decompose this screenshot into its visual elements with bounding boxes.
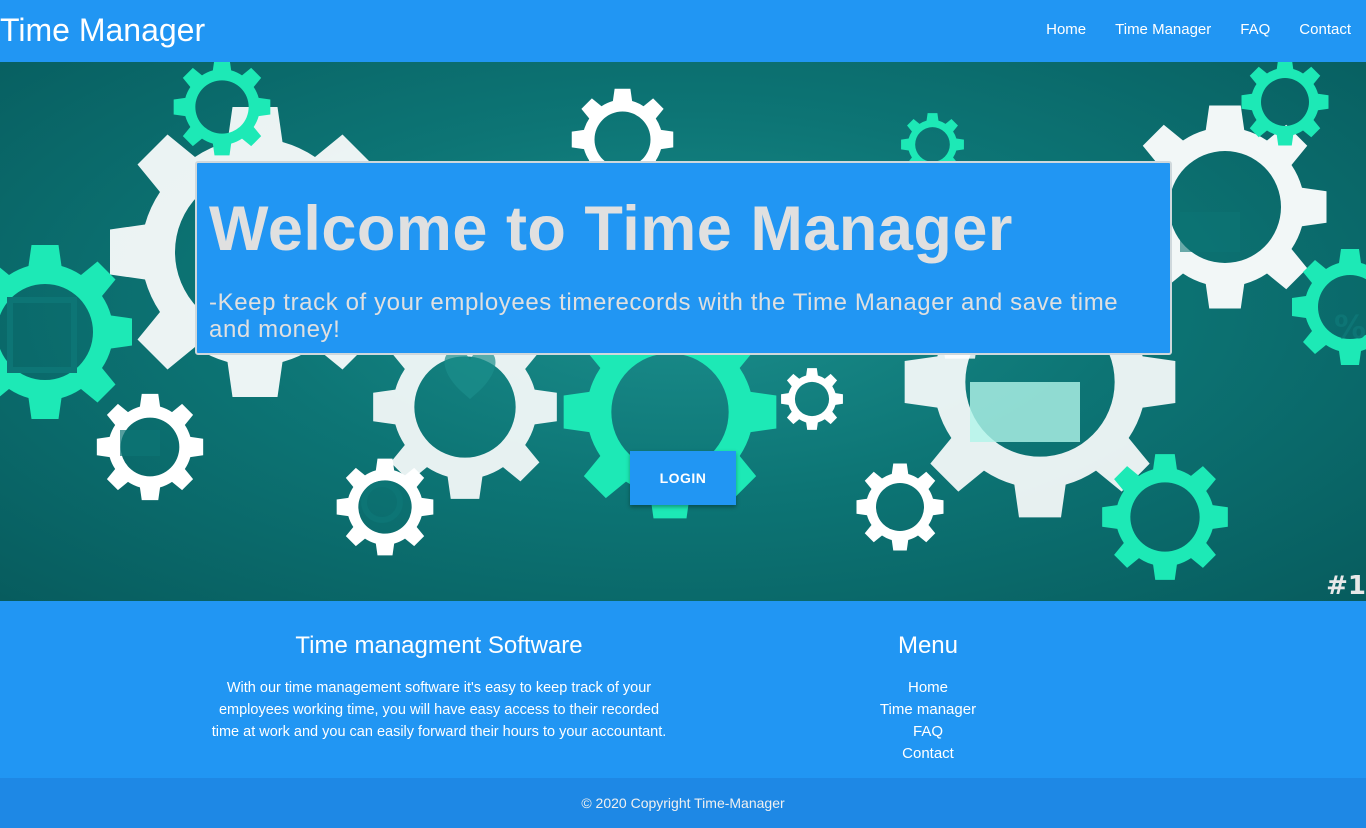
footer-menu-item: Home [828, 677, 1028, 699]
gear-cart [173, 62, 271, 156]
footer-link-time-manager[interactable]: Time manager [880, 701, 976, 718]
footer-about-text: With our time management software it's e… [211, 680, 667, 740]
nav-links: Home Time Manager FAQ Contact [1017, 20, 1351, 40]
shopping-bag-icon [7, 297, 77, 373]
footer-link-contact[interactable]: Contact [902, 745, 954, 762]
heart-icon [444, 349, 496, 399]
gear-barcode [856, 463, 944, 551]
hero-section: % Welcome to Time Manager -Keep track of… [0, 62, 1366, 601]
footer-about: Time managment Software With our time ma… [205, 631, 673, 743]
gear-small-mid [781, 368, 843, 430]
footer-menu-item: Time manager [828, 699, 1028, 721]
footer-link-home[interactable]: Home [908, 679, 948, 696]
welcome-title: Welcome to Time Manager [209, 194, 1013, 264]
truck-icon [120, 430, 160, 456]
gift-icon [970, 382, 1080, 442]
nav-time-manager[interactable]: Time Manager [1115, 20, 1211, 40]
footer-menu-item: FAQ [828, 721, 1028, 743]
footer-menu-list: Home Time manager FAQ Contact [828, 677, 1028, 765]
welcome-subtitle: -Keep track of your employees timerecord… [209, 289, 1119, 343]
footer-link-faq[interactable]: FAQ [913, 723, 943, 740]
search-icon [361, 481, 403, 523]
footer-menu: Menu Home Time manager FAQ Contact [828, 631, 1028, 765]
footer-menu-title: Menu [897, 632, 959, 659]
login-button[interactable]: LOGIN [630, 451, 736, 505]
copyright-bar: © 2020 Copyright Time-Manager [0, 778, 1366, 828]
gear-dolly [1102, 454, 1228, 580]
gear-shield [1241, 62, 1329, 146]
footer-about-title: Time managment Software [295, 632, 583, 659]
nav-faq[interactable]: FAQ [1240, 20, 1270, 40]
warehouse-icon [1180, 212, 1240, 252]
footer: Time managment Software With our time ma… [0, 601, 1366, 778]
stock-image-number: #1 [1326, 571, 1366, 601]
brand-logo[interactable]: Time Manager [0, 12, 205, 48]
nav-contact[interactable]: Contact [1299, 20, 1351, 40]
footer-menu-item: Contact [828, 743, 1028, 765]
percent-icon: % [1334, 308, 1366, 346]
nav-home[interactable]: Home [1046, 20, 1086, 40]
welcome-box: Welcome to Time Manager -Keep track of y… [195, 161, 1172, 355]
gear-search [336, 458, 434, 556]
navbar: Time Manager Home Time Manager FAQ Conta… [0, 0, 1366, 62]
